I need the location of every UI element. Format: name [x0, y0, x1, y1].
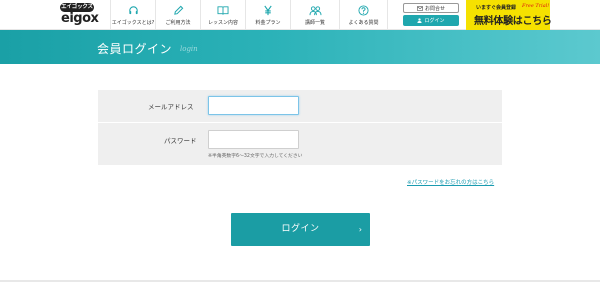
header-utility: お問合せ ログイン: [403, 3, 459, 26]
email-field[interactable]: [208, 96, 299, 115]
nav-label: 講師一覧: [304, 20, 325, 26]
nav-label: エイゴックスとは?: [111, 20, 155, 26]
contact-label: お問合せ: [424, 5, 445, 12]
yen-icon: [263, 4, 273, 17]
header-login-button[interactable]: ログイン: [403, 15, 459, 26]
nav-label: レッスン内容: [207, 20, 238, 26]
submit-label: ログイン: [281, 224, 320, 234]
chevron-right-icon: ›: [358, 225, 362, 234]
row-divider: [98, 122, 502, 123]
nav-item-lessons[interactable]: レッスン内容: [200, 0, 245, 30]
login-submit-button[interactable]: ログイン ›: [231, 213, 370, 246]
header-login-label: ログイン: [424, 18, 445, 24]
nav-item-teachers[interactable]: 講師一覧: [290, 0, 339, 30]
site-header: エイゴックス eigox エイゴックスとは? ご利用方法 レッスン内容 料金プラ…: [0, 0, 600, 30]
page-title-banner: 会員ログイン login: [0, 30, 600, 64]
logo-text: eigox: [61, 11, 99, 26]
eigox-logo[interactable]: エイゴックス eigox: [58, 3, 99, 27]
password-field[interactable]: [208, 130, 299, 149]
password-label: パスワード: [164, 137, 197, 145]
book-icon: [217, 4, 229, 17]
nav-label: よくある質問: [348, 20, 379, 26]
nav-label: ご利用方法: [165, 20, 191, 26]
page-subtitle: login: [180, 45, 198, 53]
trial-main-text: 無料体験はこちら: [474, 16, 552, 27]
pencil-icon: [173, 4, 184, 17]
forgot-password-link[interactable]: ※パスワードをお忘れの方はこちら: [407, 178, 494, 186]
trial-top-text: いますぐ会員登録: [476, 5, 517, 11]
nav-item-about[interactable]: エイゴックスとは?: [110, 0, 155, 30]
login-form: メールアドレス パスワード ※半角英数字6〜32文字で入力してください: [98, 90, 502, 165]
contact-button[interactable]: お問合せ: [403, 3, 459, 13]
user-icon: [417, 18, 423, 23]
nav-item-pricing[interactable]: 料金プラン: [245, 0, 290, 30]
teachers-icon: [309, 4, 322, 17]
trial-free-text: Free Trial!: [522, 3, 550, 9]
email-label: メールアドレス: [148, 103, 194, 111]
password-hint: ※半角英数字6〜32文字で入力してください: [208, 154, 303, 159]
main-nav: エイゴックスとは? ご利用方法 レッスン内容 料金プラン 講師一覧 よくある質問: [110, 0, 388, 30]
question-icon: [358, 4, 369, 17]
page-title: 会員ログイン: [97, 42, 173, 56]
nav-label: 料金プラン: [255, 20, 281, 26]
headset-icon: [128, 4, 139, 17]
free-trial-banner[interactable]: いますぐ会員登録 Free Trial! 無料体験はこちら: [466, 0, 552, 30]
mail-icon: [417, 5, 423, 11]
nav-item-faq[interactable]: よくある質問: [339, 0, 388, 30]
nav-item-usage[interactable]: ご利用方法: [155, 0, 200, 30]
